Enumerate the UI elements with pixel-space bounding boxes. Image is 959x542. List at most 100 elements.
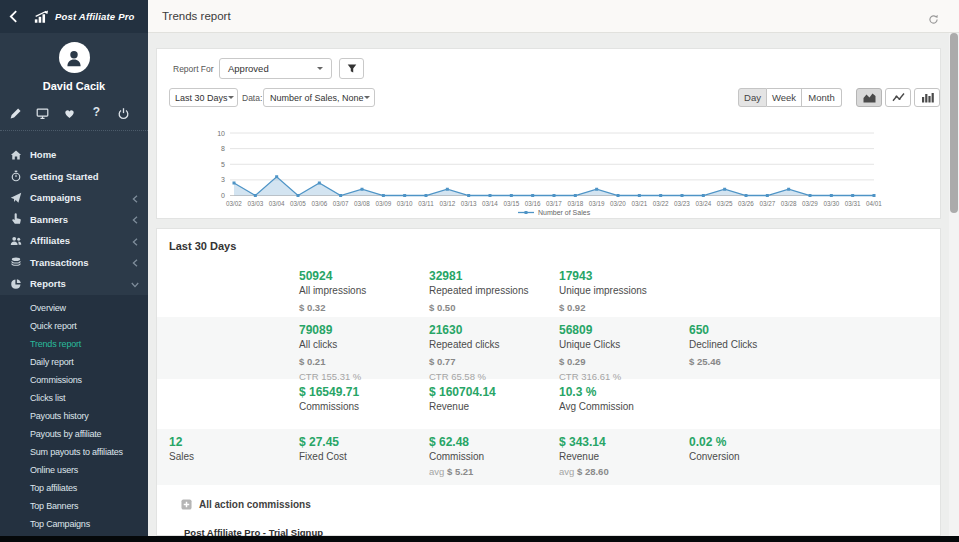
data-label: Data: <box>242 93 262 103</box>
stats-row: $ 16549.71Commissions$ 160704.14Revenue1… <box>157 379 940 429</box>
trend-chart: 03581003/0203/0303/0403/0503/0603/0703/0… <box>157 127 942 219</box>
svg-text:03/22: 03/22 <box>653 200 669 207</box>
svg-text:03/27: 03/27 <box>759 200 775 207</box>
chevron-left-icon <box>131 258 139 266</box>
funnel-icon <box>347 63 357 74</box>
svg-text:03/12: 03/12 <box>439 200 455 207</box>
chart-options-row: Last 30 Days Data: Number of Sales, None… <box>157 88 940 107</box>
stat-label: Declined Clicks <box>689 339 819 351</box>
help-icon[interactable]: ? <box>90 106 103 119</box>
sidebar-subitem-overview[interactable]: Overview <box>0 299 148 317</box>
svg-text:Number of Sales: Number of Sales <box>538 209 591 216</box>
svg-text:0: 0 <box>221 192 225 199</box>
sidebar-subitem-payouts-history[interactable]: Payouts history <box>0 407 148 425</box>
stat-all-clicks: 79089All clicks$ 0.21CTR 155.31 % <box>299 317 429 382</box>
sidebar-subitem-top-banners[interactable]: Top Banners <box>0 497 148 515</box>
svg-text:8: 8 <box>221 145 225 152</box>
date-range-select[interactable]: Last 30 Days <box>169 88 238 107</box>
stats-title: Last 30 Days <box>169 240 236 252</box>
chevron-left-icon <box>131 215 139 223</box>
chart-type-area-button[interactable] <box>856 88 882 107</box>
stat-fixed-cost: $ 27.45Fixed Cost <box>299 429 429 485</box>
action-commissions-header[interactable]: All action commissions <box>181 499 311 510</box>
sidebar-subitem-sum-payouts-to-affiliates[interactable]: Sum payouts to affiliates <box>0 443 148 461</box>
sidebar: David Cacik ? HomeGetting StartedCampaig… <box>0 33 148 536</box>
stat-sub2-value: avg $ 5.21 <box>429 466 559 477</box>
stats-row: 50924All impressions$ 0.3232981Repeated … <box>157 263 940 317</box>
sidebar-item-label: Campaigns <box>30 192 81 203</box>
stat-value: 32981 <box>429 269 559 283</box>
sidebar-item-transactions[interactable]: Transactions <box>0 252 148 274</box>
chart-type-group <box>856 88 940 107</box>
sidebar-subitem-online-users[interactable]: Online users <box>0 461 148 479</box>
chevron-down-icon <box>131 280 139 288</box>
stat-revenue: $ 343.14Revenueavg $ 28.60 <box>559 429 689 485</box>
period-day-button[interactable]: Day <box>738 88 767 107</box>
svg-text:03/24: 03/24 <box>695 200 711 207</box>
stat-avg-commission: 10.3 % Avg Commission <box>559 379 689 429</box>
sidebar-submenu: OverviewQuick reportTrends reportDaily r… <box>0 295 148 537</box>
report-for-select[interactable]: Approved <box>219 58 332 79</box>
sidebar-item-home[interactable]: Home <box>0 144 148 166</box>
power-icon[interactable] <box>117 106 130 119</box>
sidebar-subitem-commissions[interactable]: Commissions <box>0 371 148 389</box>
stat-sub-value: $ 0.92 <box>559 302 689 313</box>
expand-plus-icon[interactable] <box>181 499 192 510</box>
svg-text:03/13: 03/13 <box>461 200 477 207</box>
report-for-value: Approved <box>228 63 269 74</box>
sidebar-subitem-trends-report[interactable]: Trends report <box>0 335 148 353</box>
chevron-left-icon <box>131 237 139 245</box>
chart-type-bar-button[interactable] <box>914 88 940 107</box>
stats-row: 79089All clicks$ 0.21CTR 155.31 %21630Re… <box>157 317 940 379</box>
refresh-icon[interactable] <box>928 11 939 22</box>
sidebar-item-getting-started[interactable]: Getting Started <box>0 166 148 188</box>
donate-icon[interactable] <box>63 106 76 119</box>
scrollbar-track[interactable] <box>949 33 959 536</box>
period-week-button[interactable]: Week <box>767 88 802 107</box>
monitor-icon[interactable] <box>36 106 49 119</box>
chart-type-line-button[interactable] <box>885 88 911 107</box>
svg-text:03/25: 03/25 <box>717 200 733 207</box>
sidebar-item-affiliates[interactable]: Affiliates <box>0 230 148 252</box>
svg-text:03/15: 03/15 <box>503 200 519 207</box>
svg-text:03/19: 03/19 <box>589 200 605 207</box>
sidebar-item-label: Home <box>30 149 56 160</box>
sidebar-subitem-payouts-by-affiliate[interactable]: Payouts by affiliate <box>0 425 148 443</box>
svg-text:03/17: 03/17 <box>546 200 562 207</box>
stat-label: Revenue <box>559 451 689 463</box>
stat-value: 0.02 % <box>689 435 819 449</box>
sidebar-item-label: Reports <box>30 278 66 289</box>
svg-text:03/07: 03/07 <box>333 200 349 207</box>
pencil-icon[interactable] <box>9 106 22 119</box>
pie-chart-icon <box>10 278 22 290</box>
period-button-group: DayWeekMonth <box>738 88 842 107</box>
stats-row: 12Sales$ 27.45Fixed Cost$ 62.48Commissio… <box>157 429 940 485</box>
chevron-left-icon <box>131 194 139 202</box>
action-commission-item: Post Affiliate Pro - Trial Signup <box>184 527 323 536</box>
stat-label: Avg Commission <box>559 401 689 413</box>
svg-text:03/08: 03/08 <box>354 200 370 207</box>
period-month-button[interactable]: Month <box>802 88 842 107</box>
scrollbar-thumb[interactable] <box>950 33 958 213</box>
avatar[interactable] <box>59 42 90 73</box>
sidebar-subitem-quick-report[interactable]: Quick report <box>0 317 148 335</box>
data-select[interactable]: Number of Sales, None <box>263 88 375 107</box>
sidebar-item-banners[interactable]: Banners <box>0 209 148 231</box>
svg-text:03/04: 03/04 <box>269 200 285 207</box>
sidebar-subitem-clicks-list[interactable]: Clicks list <box>0 389 148 407</box>
sidebar-item-campaigns[interactable]: Campaigns <box>0 187 148 209</box>
sidebar-subitem-top-affiliates[interactable]: Top affiliates <box>0 479 148 497</box>
logo-text: Post Affiliate Pro <box>55 11 135 22</box>
filter-button[interactable] <box>339 58 364 79</box>
stat-sub-value: $ 0.21 <box>299 356 429 367</box>
svg-text:03/05: 03/05 <box>290 200 306 207</box>
stat-value: 10.3 % <box>559 385 689 399</box>
sidebar-subitem-daily-report[interactable]: Daily report <box>0 353 148 371</box>
stat-value: 12 <box>169 435 299 449</box>
sidebar-subitem-top-campaigns[interactable]: Top Campaigns <box>0 515 148 533</box>
divider <box>0 130 148 131</box>
svg-text:03/28: 03/28 <box>781 200 797 207</box>
stat-value: 17943 <box>559 269 689 283</box>
sidebar-item-reports[interactable]: Reports <box>0 273 148 295</box>
back-button[interactable] <box>0 0 26 33</box>
